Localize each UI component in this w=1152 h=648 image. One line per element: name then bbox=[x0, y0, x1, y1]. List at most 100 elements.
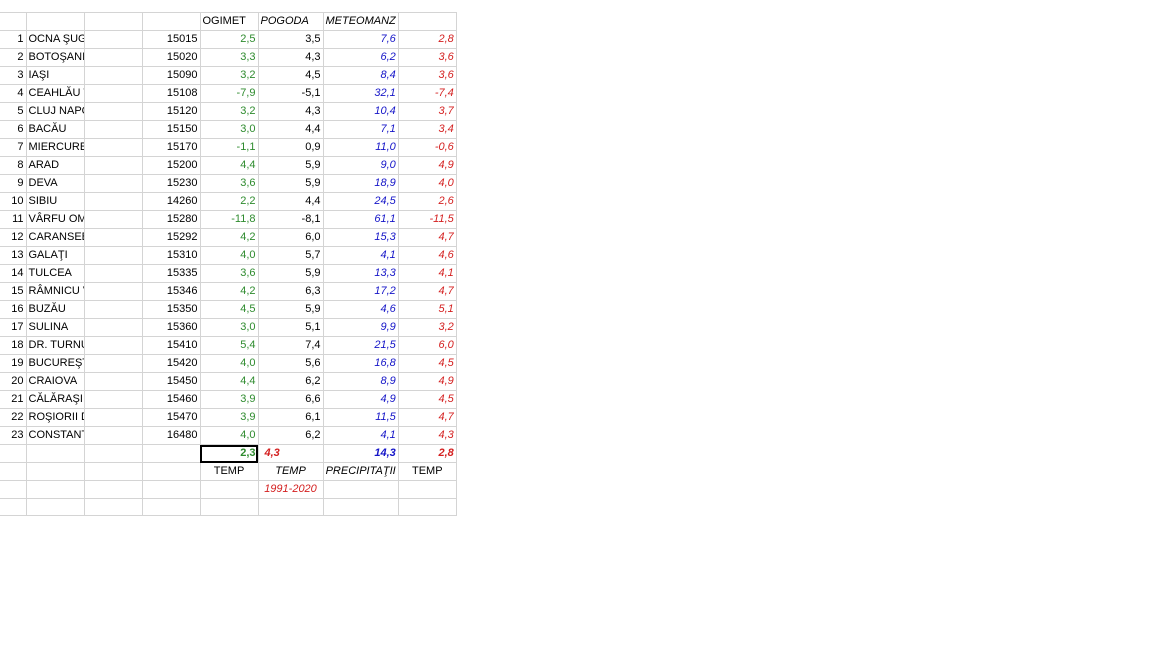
cell[interactable] bbox=[26, 12, 85, 31]
row-number[interactable]: 5 bbox=[0, 102, 27, 121]
pogoda-value[interactable]: 5,6 bbox=[258, 354, 324, 373]
cell[interactable] bbox=[84, 30, 143, 49]
ogimet-value[interactable]: 4,0 bbox=[200, 426, 259, 445]
station-code[interactable]: 16480 bbox=[142, 426, 201, 445]
header-pogoda[interactable]: POGODA bbox=[258, 12, 324, 31]
cell[interactable] bbox=[200, 480, 259, 499]
cell[interactable] bbox=[84, 228, 143, 247]
station-code[interactable]: 15108 bbox=[142, 84, 201, 103]
cell[interactable] bbox=[84, 282, 143, 301]
cell[interactable] bbox=[84, 372, 143, 391]
precipitation-value[interactable]: 16,8 bbox=[323, 354, 399, 373]
ogimet-value[interactable]: 3,9 bbox=[200, 390, 259, 409]
cell[interactable] bbox=[84, 138, 143, 157]
row-number[interactable]: 7 bbox=[0, 138, 27, 157]
city-name[interactable]: BUZĂU bbox=[26, 300, 85, 319]
precipitation-value[interactable]: 8,9 bbox=[323, 372, 399, 391]
station-code[interactable]: 15450 bbox=[142, 372, 201, 391]
row-number[interactable]: 16 bbox=[0, 300, 27, 319]
city-name[interactable]: DEVA bbox=[26, 174, 85, 193]
precipitation-value[interactable]: 7,6 bbox=[323, 30, 399, 49]
pogoda-value[interactable]: 0,9 bbox=[258, 138, 324, 157]
temp-value[interactable]: -0,6 bbox=[398, 138, 457, 157]
row-number[interactable]: 10 bbox=[0, 192, 27, 211]
cell[interactable] bbox=[84, 318, 143, 337]
city-name[interactable]: VÂRFU OMU bbox=[26, 210, 85, 229]
ogimet-value[interactable]: 3,2 bbox=[200, 102, 259, 121]
precipitation-value[interactable]: 4,6 bbox=[323, 300, 399, 319]
temp-value[interactable]: 5,1 bbox=[398, 300, 457, 319]
temp-value[interactable]: -11,5 bbox=[398, 210, 457, 229]
city-name[interactable]: TULCEA bbox=[26, 264, 85, 283]
precipitation-value[interactable]: 9,9 bbox=[323, 318, 399, 337]
cell[interactable] bbox=[200, 498, 259, 516]
temp-value[interactable]: 3,6 bbox=[398, 66, 457, 85]
station-code[interactable]: 15346 bbox=[142, 282, 201, 301]
station-code[interactable]: 15292 bbox=[142, 228, 201, 247]
station-code[interactable]: 15150 bbox=[142, 120, 201, 139]
pogoda-value[interactable]: 5,9 bbox=[258, 300, 324, 319]
row-number[interactable]: 4 bbox=[0, 84, 27, 103]
temp-value[interactable]: 3,6 bbox=[398, 48, 457, 67]
station-code[interactable]: 15360 bbox=[142, 318, 201, 337]
city-name[interactable]: CRAIOVA bbox=[26, 372, 85, 391]
label-period[interactable]: 1991-2020 bbox=[258, 480, 324, 499]
temp-value[interactable]: 4,5 bbox=[398, 354, 457, 373]
cell[interactable] bbox=[26, 480, 85, 499]
cell[interactable] bbox=[84, 156, 143, 175]
pogoda-value[interactable]: 5,9 bbox=[258, 264, 324, 283]
station-code[interactable]: 14260 bbox=[142, 192, 201, 211]
ogimet-value[interactable]: 4,4 bbox=[200, 156, 259, 175]
precipitation-value[interactable]: 17,2 bbox=[323, 282, 399, 301]
pogoda-value[interactable]: 7,4 bbox=[258, 336, 324, 355]
ogimet-value[interactable]: 4,5 bbox=[200, 300, 259, 319]
temp-value[interactable]: 3,4 bbox=[398, 120, 457, 139]
label-precipitation[interactable]: PRECIPITAŢII bbox=[323, 462, 399, 481]
station-code[interactable]: 15470 bbox=[142, 408, 201, 427]
cell[interactable] bbox=[258, 498, 324, 516]
city-name[interactable]: SIBIU bbox=[26, 192, 85, 211]
cell[interactable] bbox=[0, 498, 27, 516]
cell[interactable] bbox=[26, 498, 85, 516]
city-name[interactable]: ARAD bbox=[26, 156, 85, 175]
ogimet-value[interactable]: 4,0 bbox=[200, 246, 259, 265]
city-name[interactable]: IAŞI bbox=[26, 66, 85, 85]
pogoda-value[interactable]: 4,3 bbox=[258, 102, 324, 121]
station-code[interactable]: 15280 bbox=[142, 210, 201, 229]
cell[interactable] bbox=[84, 102, 143, 121]
temp-value[interactable]: 4,7 bbox=[398, 408, 457, 427]
row-number[interactable]: 13 bbox=[0, 246, 27, 265]
temp-value[interactable]: -7,4 bbox=[398, 84, 457, 103]
precipitation-value[interactable]: 4,1 bbox=[323, 426, 399, 445]
cell[interactable] bbox=[142, 462, 201, 481]
precipitation-value[interactable]: 11,0 bbox=[323, 138, 399, 157]
precipitation-value[interactable]: 6,2 bbox=[323, 48, 399, 67]
precipitation-value[interactable]: 10,4 bbox=[323, 102, 399, 121]
cell[interactable] bbox=[84, 174, 143, 193]
cell[interactable] bbox=[398, 498, 457, 516]
pogoda-value[interactable]: 5,7 bbox=[258, 246, 324, 265]
station-code[interactable]: 15020 bbox=[142, 48, 201, 67]
row-number[interactable]: 1 bbox=[0, 30, 27, 49]
pogoda-value[interactable]: 4,4 bbox=[258, 192, 324, 211]
station-code[interactable]: 15120 bbox=[142, 102, 201, 121]
temp-value[interactable]: 4,6 bbox=[398, 246, 457, 265]
city-name[interactable]: CĂLĂRAŞI bbox=[26, 390, 85, 409]
cell[interactable] bbox=[84, 462, 143, 481]
pogoda-value[interactable]: -8,1 bbox=[258, 210, 324, 229]
ogimet-value[interactable]: 4,2 bbox=[200, 282, 259, 301]
city-name[interactable]: CLUJ NAPOCA bbox=[26, 102, 85, 121]
temp-value[interactable]: 6,0 bbox=[398, 336, 457, 355]
ogimet-value[interactable]: 4,2 bbox=[200, 228, 259, 247]
row-number[interactable]: 12 bbox=[0, 228, 27, 247]
cell[interactable] bbox=[398, 480, 457, 499]
row-number[interactable]: 9 bbox=[0, 174, 27, 193]
cell[interactable] bbox=[84, 426, 143, 445]
cell[interactable] bbox=[84, 210, 143, 229]
avg-temp-cell[interactable]: 2,8 bbox=[398, 444, 457, 463]
city-name[interactable]: BACĂU bbox=[26, 120, 85, 139]
pogoda-value[interactable]: 5,1 bbox=[258, 318, 324, 337]
pogoda-value[interactable]: 6,0 bbox=[258, 228, 324, 247]
row-number[interactable]: 11 bbox=[0, 210, 27, 229]
station-code[interactable]: 15090 bbox=[142, 66, 201, 85]
